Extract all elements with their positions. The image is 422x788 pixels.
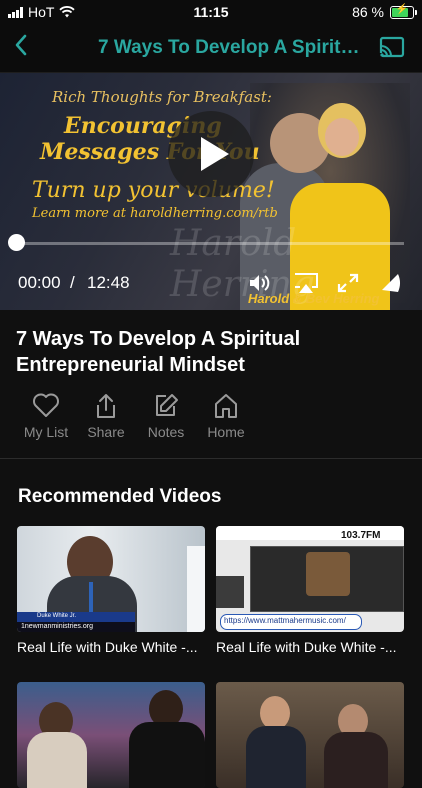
volume-icon[interactable] bbox=[247, 272, 271, 294]
progress-track[interactable] bbox=[16, 242, 404, 245]
settings-icon[interactable] bbox=[380, 272, 402, 294]
back-button[interactable] bbox=[14, 32, 28, 62]
share-label: Share bbox=[87, 424, 125, 440]
video-thumbnail[interactable]: Duke White Jr. 1newmanministries.org bbox=[17, 526, 205, 632]
status-right: 86 % ⚡ bbox=[352, 4, 417, 20]
nav-bar: 7 Ways To Develop A Spiritual Entreprene… bbox=[0, 26, 422, 73]
chevron-left-icon bbox=[15, 34, 27, 56]
my-list-label: My List bbox=[23, 424, 69, 440]
nav-title: 7 Ways To Develop A Spiritual Entreprene… bbox=[98, 37, 364, 58]
section-divider bbox=[0, 458, 422, 459]
home-button[interactable]: Home bbox=[196, 392, 256, 440]
recommended-video-card[interactable]: Duke White Jr. 1newmanministries.org Rea… bbox=[17, 526, 205, 655]
video-thumbnail[interactable]: 103.7FM https://www.mattmahermusic.com/ bbox=[216, 526, 404, 632]
notes-button[interactable]: Notes bbox=[136, 392, 196, 440]
current-time: 00:00 bbox=[18, 273, 61, 292]
home-label: Home bbox=[207, 424, 245, 440]
recommended-video-card[interactable]: 103.7FM https://www.mattmahermusic.com/ … bbox=[216, 526, 404, 655]
thumbnail-frequency: 103.7FM bbox=[341, 530, 381, 541]
video-learn-more: Learn more at haroldherring.com/rtb bbox=[32, 206, 278, 221]
video-player[interactable]: Rich Thoughts for Breakfast: Encouraging… bbox=[0, 73, 422, 310]
recommended-heading: Recommended Videos bbox=[18, 486, 222, 507]
time-separator: / bbox=[70, 273, 75, 292]
notes-label: Notes bbox=[147, 424, 185, 440]
thumbnail-url-caption: https://www.mattmahermusic.com/ bbox=[224, 616, 346, 625]
play-button[interactable] bbox=[168, 111, 254, 197]
thumbnail-url-caption: 1newmanministries.org bbox=[21, 623, 93, 630]
recommended-video-card[interactable] bbox=[17, 682, 205, 788]
duration: 12:48 bbox=[87, 273, 130, 292]
fullscreen-icon[interactable] bbox=[336, 272, 360, 294]
thumbnail-name-caption: Duke White Jr. bbox=[37, 613, 77, 619]
status-bar: HoT 11:15 86 % ⚡ bbox=[0, 0, 422, 26]
airplay-icon[interactable] bbox=[292, 272, 320, 294]
my-list-button[interactable]: My List bbox=[16, 392, 76, 440]
heart-icon bbox=[33, 393, 59, 417]
share-icon bbox=[97, 394, 115, 418]
battery-icon: ⚡ bbox=[390, 4, 417, 19]
recommended-video-card[interactable] bbox=[216, 682, 404, 788]
video-caption: Real Life with Duke White -... bbox=[17, 639, 198, 655]
progress-scrubber[interactable] bbox=[8, 234, 25, 251]
video-tagline: Rich Thoughts for Breakfast: bbox=[52, 88, 272, 106]
video-title: 7 Ways To Develop A Spiritual Entreprene… bbox=[16, 328, 301, 376]
share-button[interactable]: Share bbox=[76, 392, 136, 440]
home-icon bbox=[215, 394, 237, 418]
action-bar: My List Share Notes Home bbox=[16, 392, 256, 440]
cast-button[interactable] bbox=[378, 36, 406, 65]
edit-icon bbox=[156, 394, 178, 416]
video-thumbnail[interactable] bbox=[216, 682, 404, 788]
video-figure-woman-face bbox=[325, 118, 359, 156]
cast-icon bbox=[378, 36, 405, 58]
video-thumbnail[interactable] bbox=[17, 682, 205, 788]
battery-percent: 86 % bbox=[352, 4, 384, 20]
video-caption: Real Life with Duke White -... bbox=[216, 639, 397, 655]
